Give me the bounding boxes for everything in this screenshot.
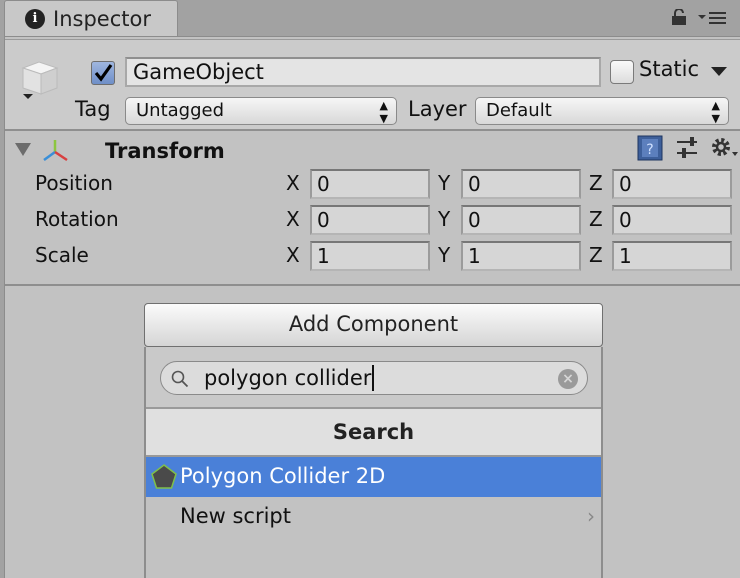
add-component-button[interactable]: Add Component <box>144 303 603 347</box>
add-component-popup: polygon collider × Search Polygon Collid… <box>144 347 603 578</box>
search-section-title: Search <box>146 409 601 457</box>
tag-value: Untagged <box>136 100 225 121</box>
search-icon <box>171 370 189 388</box>
rotation-label: Rotation <box>35 207 119 231</box>
updown-arrows-icon: ▲ ▼ <box>711 99 720 125</box>
y-axis-label: Y <box>438 243 451 267</box>
y-axis-label: Y <box>438 207 451 231</box>
position-label: Position <box>35 171 113 195</box>
scale-row: Scale X 1 Y 1 Z 1 <box>5 241 740 273</box>
position-y-input[interactable]: 0 <box>461 169 581 199</box>
chevron-right-icon: › <box>587 504 595 528</box>
gameobject-cube-icon[interactable] <box>19 58 63 104</box>
scale-y-input[interactable]: 1 <box>461 241 581 271</box>
help-book-icon[interactable]: ? <box>637 135 663 161</box>
scale-label: Scale <box>35 243 89 267</box>
y-axis-label: Y <box>438 171 451 195</box>
rotation-z-input[interactable]: 0 <box>612 205 732 235</box>
tag-label: Tag <box>75 97 111 121</box>
rotation-y-input[interactable]: 0 <box>461 205 581 235</box>
static-checkbox[interactable] <box>610 60 634 84</box>
search-area: polygon collider × <box>146 347 601 409</box>
layer-label: Layer <box>408 97 467 121</box>
checkmark-icon <box>94 64 113 82</box>
gear-icon[interactable] <box>709 135 739 161</box>
result-label: New script <box>180 504 291 528</box>
x-axis-label: X <box>286 243 300 267</box>
divider <box>5 284 740 286</box>
info-icon: i <box>25 8 45 29</box>
static-dropdown-icon[interactable] <box>711 67 727 76</box>
gameobject-name-input[interactable]: GameObject <box>125 57 601 87</box>
presets-sliders-icon[interactable] <box>675 136 699 160</box>
x-axis-label: X <box>286 207 300 231</box>
lock-icon[interactable] <box>672 9 686 25</box>
x-axis-label: X <box>286 171 300 195</box>
tag-dropdown[interactable]: Untagged ▲ ▼ <box>125 97 397 125</box>
position-row: Position X 0 Y 0 Z 0 <box>5 169 740 201</box>
position-x-input[interactable]: 0 <box>310 169 430 199</box>
result-polygon-collider-2d[interactable]: Polygon Collider 2D <box>146 457 601 497</box>
tab-bar: i Inspector <box>0 0 740 36</box>
active-checkbox[interactable] <box>91 61 115 85</box>
foldout-arrow-icon[interactable] <box>15 143 31 156</box>
static-label: Static <box>639 57 700 81</box>
updown-arrows-icon: ▲ ▼ <box>379 99 388 125</box>
polygon-collider-icon <box>151 464 177 489</box>
text-caret <box>372 365 375 391</box>
z-axis-label: Z <box>589 207 603 231</box>
result-new-script[interactable]: New script › <box>146 497 601 537</box>
rotation-x-input[interactable]: 0 <box>310 205 430 235</box>
scale-z-input[interactable]: 1 <box>612 241 732 271</box>
rotation-row: Rotation X 0 Y 0 Z 0 <box>5 205 740 237</box>
result-label: Polygon Collider 2D <box>180 464 386 488</box>
menu-icon[interactable] <box>698 11 726 25</box>
clear-search-icon[interactable]: × <box>558 369 578 389</box>
z-axis-label: Z <box>589 171 603 195</box>
tab-inspector[interactable]: i Inspector <box>4 0 178 36</box>
transform-axis-icon <box>43 140 68 162</box>
z-axis-label: Z <box>589 243 603 267</box>
position-z-input[interactable]: 0 <box>612 169 732 199</box>
transform-title: Transform <box>105 139 225 163</box>
svg-text:?: ? <box>646 142 653 158</box>
layer-dropdown[interactable]: Default ▲ ▼ <box>475 97 729 125</box>
search-value: polygon collider <box>204 366 372 390</box>
transform-header[interactable]: Transform <box>5 134 740 168</box>
gameobject-header: GameObject Static Tag Untagged ▲ ▼ Layer … <box>5 39 740 131</box>
scale-x-input[interactable]: 1 <box>310 241 430 271</box>
search-text: polygon collider <box>204 365 375 391</box>
tab-label: Inspector <box>53 6 151 31</box>
inspector-panel: GameObject Static Tag Untagged ▲ ▼ Layer … <box>4 36 740 578</box>
component-search-input[interactable]: polygon collider × <box>160 361 588 395</box>
layer-value: Default <box>486 100 552 121</box>
